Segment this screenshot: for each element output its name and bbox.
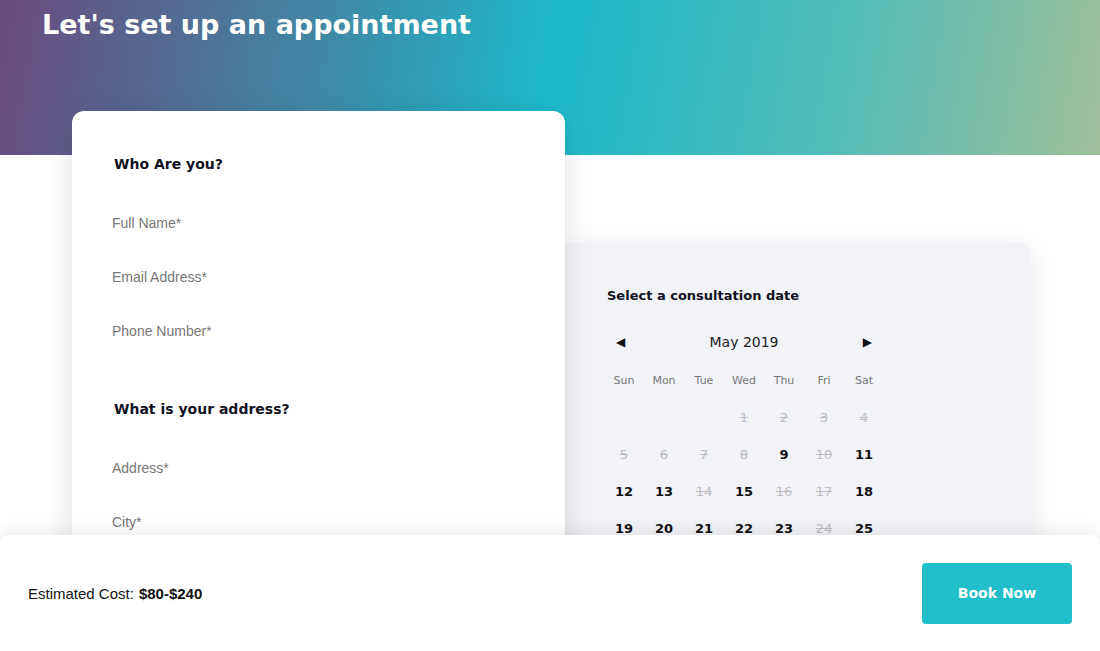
calendar-day[interactable]: 12	[604, 473, 644, 510]
weekday-label: Mon	[644, 374, 684, 387]
calendar-day: 8	[724, 436, 764, 473]
calendar-day[interactable]: 13	[644, 473, 684, 510]
calendar-day: 2	[764, 399, 804, 436]
calendar-day: 5	[604, 436, 644, 473]
text-field[interactable]	[112, 250, 525, 304]
month-label: May 2019	[709, 334, 778, 350]
month-nav: ◀ May 2019 ▶	[604, 330, 884, 354]
text-field[interactable]	[112, 441, 525, 495]
section-heading: Who Are you?	[114, 154, 525, 174]
weekday-row: SunMonTueWedThuFriSat	[604, 370, 884, 390]
weekday-label: Sat	[844, 374, 884, 387]
section-heading: What is your address?	[114, 399, 525, 419]
weekday-label: Tue	[684, 374, 724, 387]
form-section: Who Are you?	[112, 154, 525, 358]
prev-month-icon[interactable]: ◀	[616, 335, 625, 349]
calendar-day: 3	[804, 399, 844, 436]
day-grid: 1234567891011121314151617181920212223242…	[604, 399, 884, 547]
appointment-page: Let's set up an appointment Who Are you? W…	[0, 0, 1100, 651]
form-section: What is your address?	[112, 399, 525, 549]
estimate-value: $80-$240	[139, 585, 202, 602]
calendar-title: Select a consultation date	[607, 287, 990, 305]
calendar-day: 17	[804, 473, 844, 510]
calendar-day[interactable]: 18	[844, 473, 884, 510]
booking-bar: Estimated Cost: $80-$240 Book Now	[0, 535, 1100, 651]
weekday-label: Thu	[764, 374, 804, 387]
page-title: Let's set up an appointment	[42, 8, 1100, 42]
calendar-day[interactable]: 9	[764, 436, 804, 473]
calendar-blank	[684, 399, 724, 436]
calendar-day: 1	[724, 399, 764, 436]
book-now-button[interactable]: Book Now	[922, 563, 1072, 624]
calendar-day[interactable]: 15	[724, 473, 764, 510]
calendar-day: 6	[644, 436, 684, 473]
weekday-label: Sun	[604, 374, 644, 387]
next-month-icon[interactable]: ▶	[863, 335, 872, 349]
estimate-label: Estimated Cost:	[28, 585, 134, 602]
calendar: ◀May 2019▶SunMonTueWedThuFriSat123456789…	[604, 330, 884, 547]
calendar-day: 16	[764, 473, 804, 510]
weekday-label: Fri	[804, 374, 844, 387]
calendar-blank	[604, 399, 644, 436]
calendar-day: 14	[684, 473, 724, 510]
calendar-day: 10	[804, 436, 844, 473]
calendar-blank	[644, 399, 684, 436]
weekday-label: Wed	[724, 374, 764, 387]
cost-estimate: Estimated Cost: $80-$240	[28, 585, 202, 602]
calendar-day[interactable]: 11	[844, 436, 884, 473]
calendar-day: 4	[844, 399, 884, 436]
text-field[interactable]	[112, 304, 525, 358]
calendar-day: 7	[684, 436, 724, 473]
text-field[interactable]	[112, 196, 525, 250]
